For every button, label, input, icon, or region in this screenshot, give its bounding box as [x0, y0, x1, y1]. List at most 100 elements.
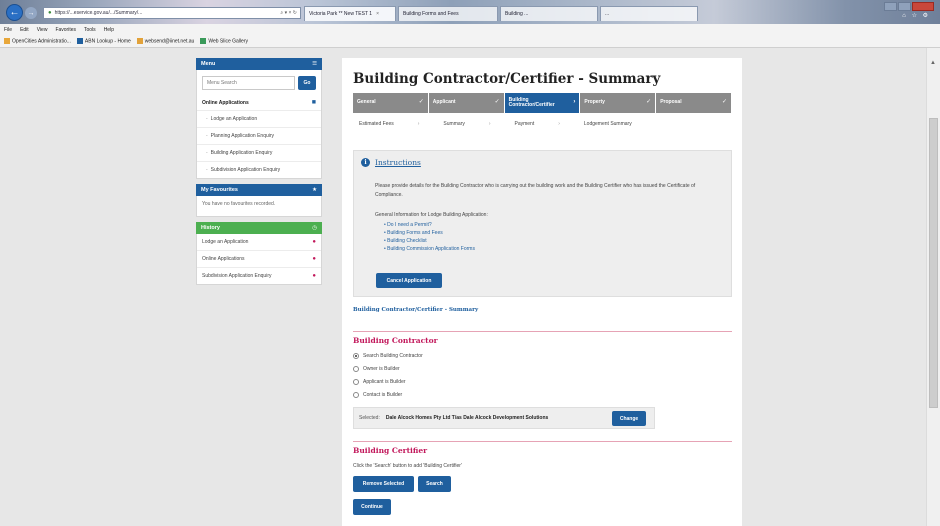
summary-link[interactable]: Building Contractor/Certifier - Summary	[353, 307, 478, 313]
step-proposal[interactable]: Proposal ✓	[656, 93, 732, 113]
step-general[interactable]: General ✓	[353, 93, 429, 113]
page-title: Building Contractor/Certifier - Summary	[353, 71, 661, 87]
radio-button[interactable]	[353, 379, 359, 385]
minimize-button[interactable]	[884, 2, 897, 11]
building-contractor-heading: Building Contractor	[353, 336, 438, 345]
favorites-item[interactable]: ABN Lookup - Home	[76, 37, 131, 44]
scroll-up-icon[interactable]: ▲	[930, 60, 936, 66]
back-arrow-icon: ←	[9, 7, 20, 18]
radio-applicant-builder[interactable]: Applicant is Builder	[353, 379, 406, 385]
sidebar-item-lodge-application[interactable]: - Lodge an Application	[197, 110, 321, 127]
maximize-button[interactable]	[898, 2, 911, 11]
favorites-item[interactable]: websend@iinet.net.au	[136, 37, 194, 44]
link-forms-fees[interactable]: Building Forms and Fees	[384, 229, 475, 237]
sidebar-item-label: Subdivision Application Enquiry	[210, 167, 281, 173]
radio-button[interactable]	[353, 366, 359, 372]
back-button[interactable]: ←	[6, 4, 23, 21]
tab-label: Building Forms and Fees	[403, 11, 459, 17]
online-applications-section[interactable]: Online Applications ■	[197, 95, 321, 110]
menu-tools[interactable]: Tools	[84, 27, 96, 33]
wizard-steps: General ✓ Applicant ✓ Building Contractor/…	[353, 93, 732, 113]
menu-view[interactable]: View	[37, 27, 48, 33]
step-applicant[interactable]: Applicant ✓	[428, 93, 505, 113]
dash-icon: -	[206, 167, 208, 173]
history-panel-header: History ◷	[196, 222, 322, 234]
radio-label: Contact is Builder	[363, 392, 403, 398]
chevron-right-icon: ›	[417, 121, 420, 127]
link-commission-forms[interactable]: Building Commission Application Forms	[384, 245, 475, 253]
menu-file[interactable]: File	[4, 27, 12, 33]
history-item[interactable]: Subdivision Application Enquiry ●	[197, 267, 321, 284]
selected-contractor-box: Selected: Dale Alcock Homes Pty Ltd T/as…	[353, 407, 655, 429]
browser-tab[interactable]: Building ...	[500, 6, 598, 21]
menu-hamburger-icon[interactable]: ☰	[312, 61, 317, 67]
instructions-general: General Information for Lodge Building A…	[375, 212, 488, 218]
history-panel: Lodge an Application ● Online Application…	[196, 234, 322, 285]
menu-panel-header: Menu ☰	[196, 58, 322, 70]
address-controls[interactable]: ⌕ ▾ × ↻	[280, 10, 297, 16]
menu-favorites[interactable]: Favorites	[55, 27, 76, 33]
browser-tab[interactable]: ...	[600, 6, 698, 21]
star-icon: ★	[312, 187, 317, 193]
menu-edit[interactable]: Edit	[20, 27, 29, 33]
favourites-panel: You have no favourites recorded.	[196, 196, 322, 217]
menu-search-input[interactable]	[202, 76, 295, 90]
sidebar-item-planning-enquiry[interactable]: - Planning Application Enquiry	[197, 127, 321, 144]
remove-selected-button[interactable]: Remove Selected	[353, 476, 414, 492]
link-checklist[interactable]: Building Checklist	[384, 237, 475, 245]
go-button[interactable]: Go	[298, 76, 316, 90]
link-permit[interactable]: Do I need a Permit?	[384, 221, 475, 229]
browser-tab-active[interactable]: Victoria Park ** New TEST 1 ×	[304, 6, 396, 21]
sidebar-item-subdivision-enquiry[interactable]: - Subdivision Application Enquiry	[197, 161, 321, 178]
favorite-label: Web Slice Gallery	[208, 38, 248, 45]
divider	[353, 441, 732, 442]
step-label: Property	[584, 99, 605, 106]
certifier-note: Click the 'Search' button to add 'Buildi…	[353, 463, 462, 469]
radio-button[interactable]	[353, 392, 359, 398]
dot-icon: ●	[312, 256, 316, 262]
radio-owner-builder[interactable]: Owner is Builder	[353, 366, 400, 372]
instructions-box: i Instructions Please provide details fo…	[353, 150, 732, 297]
favorite-label: OpenCities Administratio...	[12, 38, 71, 45]
browser-toolbar-icons[interactable]: ⌂ ☆ ⚙	[902, 12, 930, 19]
vertical-scrollbar[interactable]: ▲	[926, 48, 940, 526]
menu-title: Menu	[201, 61, 216, 67]
clock-icon: ◷	[312, 225, 317, 231]
change-button[interactable]: Change	[612, 411, 646, 426]
main-content: Building Contractor/Certifier - Summary …	[342, 58, 742, 526]
history-item[interactable]: Lodge an Application ●	[197, 234, 321, 250]
tab-label: Victoria Park ** New TEST 1	[309, 11, 373, 17]
address-bar[interactable]: ● https://...eservice.gov.au/.../Summary…	[43, 7, 301, 19]
forward-button[interactable]: →	[25, 7, 37, 19]
mail-icon	[136, 37, 143, 44]
cancel-application-button[interactable]: Cancel Application	[376, 273, 442, 288]
sidebar-item-label: Building Application Enquiry	[210, 150, 273, 156]
favorites-bar: OpenCities Administratio... ABN Lookup -…	[0, 35, 940, 48]
dash-icon: -	[206, 150, 208, 156]
radio-search-contractor[interactable]: Search Building Contractor	[353, 353, 423, 359]
continue-button[interactable]: Continue	[353, 499, 391, 515]
substep-estimated-fees: Estimated Fees	[359, 121, 394, 127]
step-property[interactable]: Property ✓	[580, 93, 657, 113]
menu-help[interactable]: Help	[104, 27, 114, 33]
browser-tab[interactable]: Building Forms and Fees	[398, 6, 498, 21]
favorites-item[interactable]: Web Slice Gallery	[200, 37, 248, 45]
sidebar-item-building-enquiry[interactable]: - Building Application Enquiry	[197, 144, 321, 161]
selected-label: Selected:	[359, 415, 380, 421]
substep-summary: Summary	[443, 121, 465, 127]
radio-contact-builder[interactable]: Contact is Builder	[353, 392, 402, 398]
search-button[interactable]: Search	[418, 476, 451, 492]
dot-icon: ●	[312, 239, 316, 245]
history-item[interactable]: Online Applications ●	[197, 250, 321, 267]
instructions-title[interactable]: Instructions	[375, 158, 421, 167]
close-window-button[interactable]	[912, 2, 934, 11]
substep-lodgement-summary: Lodgement Summary	[583, 121, 632, 127]
dash-icon: -	[206, 116, 208, 122]
step-building-contractor-certifier[interactable]: Building Contractor/Certifier ›	[504, 93, 581, 113]
step-label: Proposal	[660, 99, 682, 106]
favorites-item[interactable]: OpenCities Administratio...	[4, 37, 71, 45]
scroll-thumb[interactable]	[929, 118, 938, 408]
chevron-right-icon: ›	[488, 121, 491, 127]
close-tab-icon[interactable]: ×	[376, 11, 379, 17]
radio-button[interactable]	[353, 353, 359, 359]
